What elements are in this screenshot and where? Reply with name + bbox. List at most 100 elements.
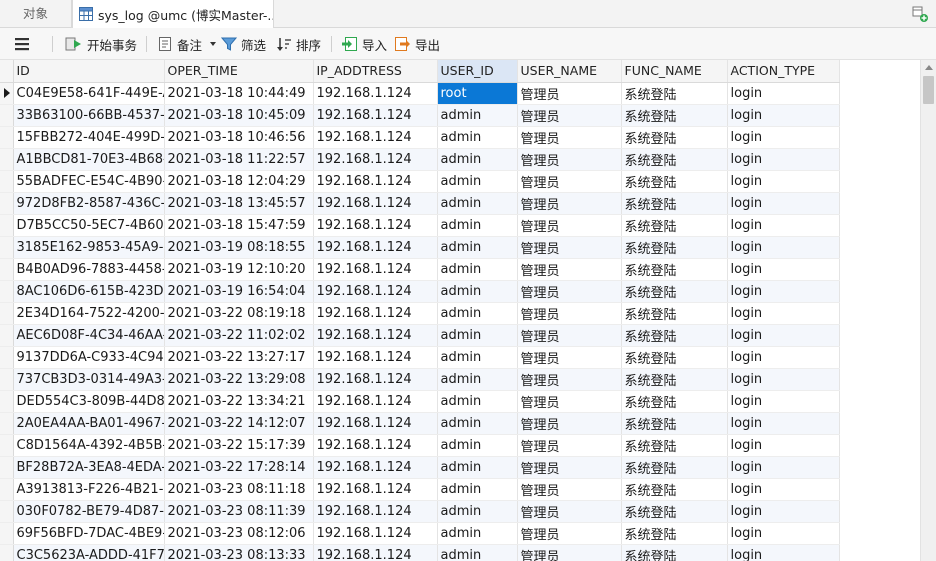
cell-user-name[interactable]: 管理员 [517,390,622,413]
cell-user-id[interactable]: admin [437,302,518,325]
cell-id[interactable]: B4B0AD96-7883-4458-8E [13,258,165,281]
cell-user-name[interactable]: 管理员 [517,412,622,435]
table-row[interactable]: 33B63100-66BB-4537-B22021-03-18 10:45:09… [0,104,840,127]
cell-action-type[interactable]: login [727,302,840,325]
cell-user-name[interactable]: 管理员 [517,258,622,281]
table-row[interactable]: 030F0782-BE79-4D87-9412021-03-23 08:11:3… [0,500,840,523]
cell-user-id[interactable]: admin [437,126,518,149]
cell-user-id[interactable]: admin [437,544,518,561]
cell-id[interactable]: DED554C3-809B-44D8-8C [13,390,165,413]
cell-action-type[interactable]: login [727,258,840,281]
cell-oper-time[interactable]: 2021-03-22 13:34:21 [164,390,314,413]
cell-user-id[interactable]: admin [437,412,518,435]
table-row[interactable]: 3185E162-9853-45A9-8F82021-03-19 08:18:5… [0,236,840,259]
cell-func-name[interactable]: 系统登陆 [621,82,728,105]
cell-func-name[interactable]: 系统登陆 [621,478,728,501]
cell-ip-address[interactable]: 192.168.1.124 [313,236,438,259]
cell-func-name[interactable]: 系统登陆 [621,456,728,479]
cell-func-name[interactable]: 系统登陆 [621,258,728,281]
cell-ip-address[interactable]: 192.168.1.124 [313,104,438,127]
cell-action-type[interactable]: login [727,368,840,391]
cell-ip-address[interactable]: 192.168.1.124 [313,522,438,545]
cell-id[interactable]: 3185E162-9853-45A9-8F8 [13,236,165,259]
cell-id[interactable]: A3913813-F226-4B21-B47 [13,478,165,501]
scrollbar-thumb[interactable] [923,76,934,104]
table-row[interactable]: 8AC106D6-615B-423D-992021-03-19 16:54:04… [0,280,840,303]
cell-func-name[interactable]: 系统登陆 [621,412,728,435]
cell-oper-time[interactable]: 2021-03-18 15:47:59 [164,214,314,237]
cell-id[interactable]: C04E9E58-641F-449E-A76 [13,82,165,105]
cell-user-id[interactable]: admin [437,236,518,259]
table-row[interactable]: D7B5CC50-5EC7-4B60-892021-03-18 15:47:59… [0,214,840,237]
row-marker[interactable] [0,148,14,171]
cell-user-id[interactable]: admin [437,280,518,303]
row-marker[interactable] [0,324,14,347]
cell-user-name[interactable]: 管理员 [517,192,622,215]
cell-user-name[interactable]: 管理员 [517,522,622,545]
column-header-action-type[interactable]: ACTION_TYPE [727,60,840,83]
cell-action-type[interactable]: login [727,500,840,523]
cell-user-name[interactable]: 管理员 [517,148,622,171]
row-marker[interactable] [0,456,14,479]
table-row[interactable]: 15FBB272-404E-499D-842021-03-18 10:46:56… [0,126,840,149]
begin-transaction-button[interactable]: 开始事务 [65,28,137,60]
row-marker[interactable] [0,82,14,105]
export-button[interactable]: 导出 [394,28,440,60]
cell-user-name[interactable]: 管理员 [517,302,622,325]
cell-user-id[interactable]: admin [437,478,518,501]
cell-user-id[interactable]: admin [437,258,518,281]
cell-oper-time[interactable]: 2021-03-22 13:27:17 [164,346,314,369]
cell-func-name[interactable]: 系统登陆 [621,104,728,127]
cell-oper-time[interactable]: 2021-03-22 14:12:07 [164,412,314,435]
cell-user-id[interactable]: admin [437,104,518,127]
cell-ip-address[interactable]: 192.168.1.124 [313,280,438,303]
vertical-scrollbar[interactable] [920,60,936,561]
cell-user-name[interactable]: 管理员 [517,544,622,561]
cell-oper-time[interactable]: 2021-03-19 12:10:20 [164,258,314,281]
cell-func-name[interactable]: 系统登陆 [621,544,728,561]
cell-user-name[interactable]: 管理员 [517,236,622,259]
cell-action-type[interactable]: login [727,148,840,171]
cell-oper-time[interactable]: 2021-03-23 08:11:18 [164,478,314,501]
row-marker[interactable] [0,302,14,325]
row-marker[interactable] [0,368,14,391]
cell-id[interactable]: 2E34D164-7522-4200-8E4 [13,302,165,325]
cell-action-type[interactable]: login [727,126,840,149]
cell-ip-address[interactable]: 192.168.1.124 [313,82,438,105]
cell-oper-time[interactable]: 2021-03-22 15:17:39 [164,434,314,457]
cell-ip-address[interactable]: 192.168.1.124 [313,390,438,413]
cell-oper-time[interactable]: 2021-03-18 10:46:56 [164,126,314,149]
cell-action-type[interactable]: login [727,192,840,215]
row-marker[interactable] [0,390,14,413]
cell-ip-address[interactable]: 192.168.1.124 [313,478,438,501]
cell-ip-address[interactable]: 192.168.1.124 [313,170,438,193]
row-marker[interactable] [0,126,14,149]
cell-id[interactable]: C3C5623A-ADDD-41F7-AF [13,544,165,561]
row-marker[interactable] [0,434,14,457]
cell-id[interactable]: C8D1564A-4392-4B5B-AE [13,434,165,457]
table-row[interactable]: BF28B72A-3EA8-4EDA-A22021-03-22 17:28:14… [0,456,840,479]
row-marker[interactable] [0,258,14,281]
cell-func-name[interactable]: 系统登陆 [621,522,728,545]
cell-action-type[interactable]: login [727,412,840,435]
cell-func-name[interactable]: 系统登陆 [621,214,728,237]
cell-oper-time[interactable]: 2021-03-23 08:12:06 [164,522,314,545]
row-marker[interactable] [0,192,14,215]
cell-id[interactable]: 972D8FB2-8587-436C-91 [13,192,165,215]
cell-id[interactable]: 8AC106D6-615B-423D-99 [13,280,165,303]
cell-user-name[interactable]: 管理员 [517,478,622,501]
table-row[interactable]: 737CB3D3-0314-49A3-862021-03-22 13:29:08… [0,368,840,391]
cell-ip-address[interactable]: 192.168.1.124 [313,412,438,435]
cell-user-name[interactable]: 管理员 [517,346,622,369]
cell-func-name[interactable]: 系统登陆 [621,434,728,457]
cell-ip-address[interactable]: 192.168.1.124 [313,434,438,457]
cell-id[interactable]: 9137DD6A-C933-4C94-A9 [13,346,165,369]
cell-user-id[interactable]: admin [437,500,518,523]
cell-user-id[interactable]: root [437,82,518,105]
table-row[interactable]: AEC6D08F-4C34-46AA-AB2021-03-22 11:02:02… [0,324,840,347]
column-header-user-id[interactable]: USER_ID [437,60,518,83]
cell-ip-address[interactable]: 192.168.1.124 [313,456,438,479]
cell-id[interactable]: 55BADFEC-E54C-4B90-88 [13,170,165,193]
cell-user-name[interactable]: 管理员 [517,126,622,149]
cell-func-name[interactable]: 系统登陆 [621,170,728,193]
